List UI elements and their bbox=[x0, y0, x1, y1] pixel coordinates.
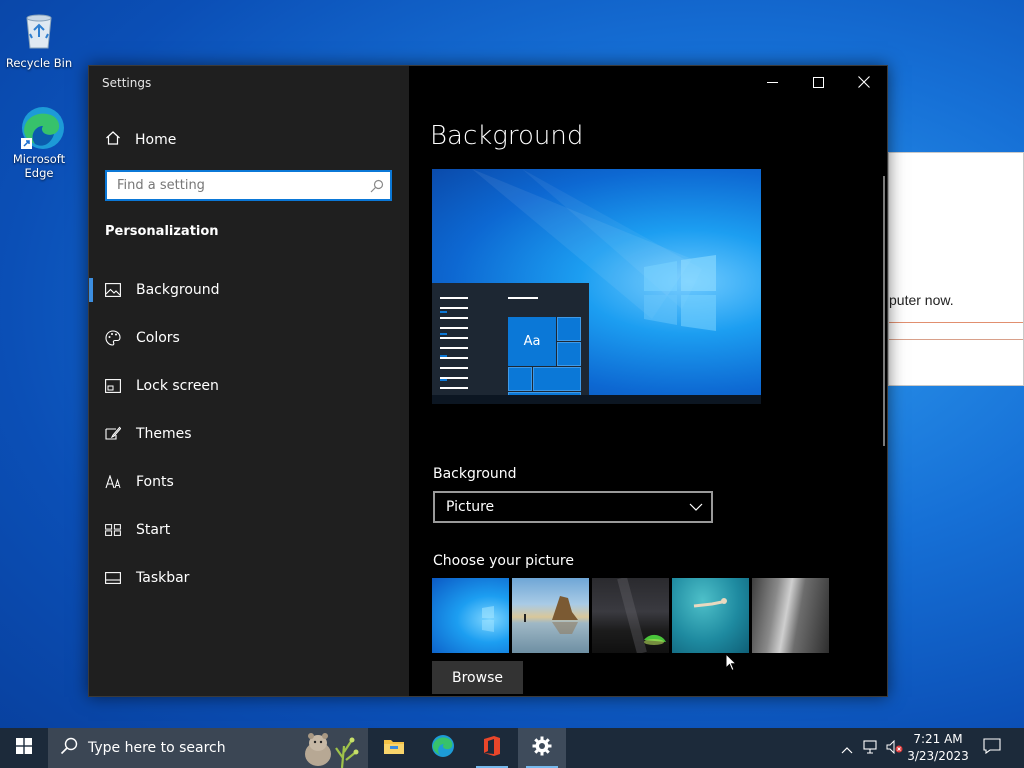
window-title: Settings bbox=[102, 76, 152, 90]
preview-tile bbox=[533, 367, 581, 391]
sidebar-item-label: Taskbar bbox=[136, 570, 190, 586]
taskbar-icon bbox=[105, 570, 121, 586]
picture-thumbnails bbox=[432, 578, 832, 653]
background-dialog[interactable]: puter now. bbox=[888, 152, 1024, 386]
dropdown-value: Picture bbox=[446, 499, 495, 515]
taskbar: Type here to search 7:21 AM 3/23/2023 bbox=[0, 728, 1024, 768]
sidebar-item-label: Colors bbox=[136, 330, 180, 346]
edge-icon bbox=[431, 734, 455, 762]
office-icon bbox=[482, 735, 502, 761]
picture-icon bbox=[105, 282, 121, 298]
taskbar-app-office[interactable] bbox=[468, 728, 516, 768]
minimize-button[interactable] bbox=[749, 66, 795, 98]
find-setting-box[interactable] bbox=[105, 170, 392, 201]
show-hidden-icons-button[interactable] bbox=[838, 728, 856, 768]
picture-thumbnail-beach-rocks[interactable] bbox=[512, 578, 589, 653]
home-label: Home bbox=[135, 132, 177, 148]
taskbar-clock[interactable]: 7:21 AM 3/23/2023 bbox=[906, 731, 970, 765]
edge-icon bbox=[17, 104, 64, 149]
sidebar-item-lock-screen[interactable]: Lock screen bbox=[89, 362, 409, 410]
divider bbox=[889, 339, 1023, 340]
taskbar-preview bbox=[432, 395, 761, 404]
settings-window[interactable]: Settings Home Personalization Background… bbox=[88, 65, 888, 697]
browse-button[interactable]: Browse bbox=[432, 661, 523, 694]
maximize-button[interactable] bbox=[795, 66, 841, 98]
start-button[interactable] bbox=[0, 728, 48, 768]
network-status-button[interactable] bbox=[860, 728, 882, 768]
desktop-icon-label: Microsoft Edge bbox=[12, 152, 66, 180]
palette-icon bbox=[105, 330, 121, 346]
volume-muted-icon bbox=[886, 739, 904, 758]
folder-icon bbox=[383, 737, 405, 759]
home-icon bbox=[105, 130, 135, 150]
section-title: Personalization bbox=[105, 224, 219, 239]
sidebar-item-colors[interactable]: Colors bbox=[89, 314, 409, 362]
search-icon bbox=[370, 178, 384, 197]
taskbar-search-placeholder: Type here to search bbox=[88, 740, 226, 756]
minimize-icon bbox=[766, 73, 778, 92]
windows-logo-icon bbox=[644, 255, 716, 335]
clock-date: 3/23/2023 bbox=[907, 749, 969, 763]
taskbar-search-box[interactable]: Type here to search bbox=[48, 728, 368, 768]
sidebar-item-label: Start bbox=[136, 522, 171, 538]
settings-main: Background Aa Background Picture Choose … bbox=[409, 66, 887, 696]
chevron-up-icon bbox=[841, 739, 853, 758]
window-controls bbox=[749, 66, 887, 98]
desktop-icon-label: Recycle Bin bbox=[5, 56, 73, 70]
home-button[interactable]: Home bbox=[105, 130, 176, 150]
scrollbar[interactable] bbox=[883, 176, 885, 446]
sidebar-item-fonts[interactable]: Fonts bbox=[89, 458, 409, 506]
sidebar-item-start[interactable]: Start bbox=[89, 506, 409, 554]
page-title: Background bbox=[430, 121, 584, 151]
picture-thumbnail-windows-light[interactable] bbox=[432, 578, 509, 653]
preview-sample-tile: Aa bbox=[508, 317, 556, 366]
sidebar-item-themes[interactable]: Themes bbox=[89, 410, 409, 458]
search-highlight-icon bbox=[296, 728, 362, 768]
sidebar-item-taskbar[interactable]: Taskbar bbox=[89, 554, 409, 602]
preview-tile bbox=[557, 342, 581, 366]
divider bbox=[889, 322, 1023, 323]
font-icon bbox=[105, 474, 121, 490]
mouse-cursor-icon bbox=[725, 652, 738, 676]
close-icon bbox=[858, 73, 870, 92]
preview-tile bbox=[508, 367, 532, 391]
maximize-icon bbox=[812, 73, 824, 92]
settings-nav: Background Colors Lock screen Themes Fon… bbox=[89, 266, 409, 602]
taskbar-app-microsoft-edge[interactable] bbox=[419, 728, 467, 768]
volume-button[interactable] bbox=[884, 728, 906, 768]
clock-time: 7:21 AM bbox=[913, 732, 963, 746]
taskbar-app-settings[interactable] bbox=[518, 728, 566, 768]
desktop-icon-microsoft-edge[interactable]: Microsoft Edge bbox=[4, 104, 74, 180]
network-icon bbox=[863, 739, 879, 758]
gear-icon bbox=[532, 736, 552, 760]
preview-tile bbox=[557, 317, 581, 341]
brush-icon bbox=[105, 426, 121, 442]
sidebar-item-label: Themes bbox=[136, 426, 192, 442]
picture-thumbnail-night-sky[interactable] bbox=[592, 578, 669, 653]
desktop-icon-recycle-bin[interactable]: Recycle Bin bbox=[4, 8, 74, 70]
picture-thumbnail-underwater-swimmer[interactable] bbox=[672, 578, 749, 653]
sidebar-item-label: Background bbox=[136, 282, 220, 298]
start-icon bbox=[105, 522, 121, 538]
find-setting-input[interactable] bbox=[107, 172, 357, 199]
picture-thumbnail-rock-cliff[interactable] bbox=[752, 578, 829, 653]
lock-screen-icon bbox=[105, 378, 121, 394]
taskbar-app-file-explorer[interactable] bbox=[370, 728, 418, 768]
choose-picture-label: Choose your picture bbox=[433, 553, 574, 569]
sidebar-item-background[interactable]: Background bbox=[89, 266, 409, 314]
notification-icon bbox=[983, 738, 1001, 758]
background-type-label: Background bbox=[433, 466, 517, 482]
notifications-button[interactable] bbox=[976, 728, 1008, 768]
sidebar-item-label: Fonts bbox=[136, 474, 174, 490]
sidebar-item-label: Lock screen bbox=[136, 378, 219, 394]
background-type-dropdown[interactable]: Picture bbox=[433, 491, 713, 523]
settings-sidebar: Settings Home Personalization Background… bbox=[89, 66, 409, 696]
windows-start-icon bbox=[16, 738, 32, 758]
background-preview: Aa bbox=[432, 169, 761, 404]
background-dialog-text: puter now. bbox=[889, 292, 954, 308]
search-icon bbox=[60, 737, 78, 759]
close-button[interactable] bbox=[841, 66, 887, 98]
recycle-bin-icon bbox=[17, 8, 61, 52]
